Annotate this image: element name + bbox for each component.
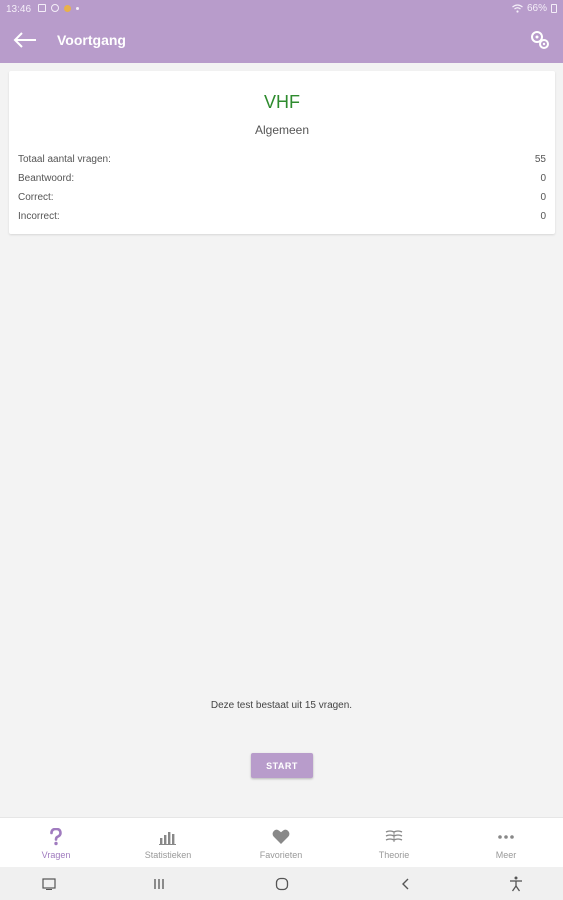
- stat-row-incorrect: Incorrect: 0: [18, 211, 546, 229]
- notification-icon: [38, 4, 46, 12]
- question-icon: [50, 828, 62, 846]
- test-info-text: Deze test bestaat uit 15 vragen.: [210, 700, 353, 711]
- home-button[interactable]: [273, 875, 291, 893]
- back-button[interactable]: [12, 29, 38, 51]
- recent-apps-icon: [154, 879, 164, 889]
- nav-label: Favorieten: [259, 850, 303, 860]
- wifi-icon: [512, 4, 523, 13]
- notification-icons: [38, 4, 79, 12]
- home-icon: [275, 877, 289, 891]
- stat-row-total: Totaal aantal vragen: 55: [18, 154, 546, 172]
- stat-value: 55: [534, 154, 546, 165]
- stat-label: Totaal aantal vragen:: [18, 154, 111, 165]
- accessibility-icon: [510, 876, 522, 892]
- nav-label: Vragen: [41, 850, 71, 860]
- settings-icon: [531, 31, 549, 49]
- bar-chart-icon: [159, 832, 176, 845]
- nav-item-statistieken[interactable]: Statistieken: [112, 818, 224, 868]
- sync-icon: [51, 4, 59, 12]
- stat-value: 0: [540, 192, 546, 203]
- more-notifications-icon: [76, 6, 79, 10]
- page-title: Voortgang: [57, 32, 126, 48]
- keyboard-icon: [42, 878, 56, 890]
- recent-apps-button[interactable]: [150, 875, 168, 893]
- battery-percent: 66%: [526, 3, 547, 14]
- nav-item-vragen[interactable]: Vragen: [0, 818, 112, 868]
- stat-label: Correct:: [18, 192, 54, 203]
- chevron-left-icon: [402, 878, 409, 890]
- app-notification-icon: [64, 4, 71, 12]
- back-nav-button[interactable]: [397, 875, 415, 893]
- nav-item-favorieten[interactable]: Favorieten: [225, 818, 337, 868]
- stat-label: Beantwoord:: [18, 173, 75, 184]
- nav-item-meer[interactable]: Meer: [450, 818, 562, 868]
- nav-label: Meer: [495, 850, 517, 860]
- start-button[interactable]: START: [251, 753, 313, 778]
- stat-row-answered: Beantwoord: 0: [18, 173, 546, 191]
- stat-value: 0: [540, 211, 546, 222]
- stat-row-correct: Correct: 0: [18, 192, 546, 210]
- nav-label: Statistieken: [144, 850, 192, 860]
- nav-item-theorie[interactable]: Theorie: [338, 818, 450, 868]
- stat-label: Incorrect:: [18, 211, 60, 222]
- accessibility-button[interactable]: [507, 875, 525, 893]
- arrow-left-icon: [13, 32, 36, 48]
- status-right: 66%: [512, 3, 557, 14]
- book-icon: [385, 830, 403, 842]
- battery-icon: [551, 4, 557, 13]
- category-title: VHF: [264, 92, 300, 112]
- category-subtitle: Algemeen: [254, 123, 310, 137]
- status-time: 13:46: [6, 4, 32, 15]
- settings-button[interactable]: [529, 29, 551, 51]
- nav-label: Theorie: [378, 850, 410, 860]
- stat-value: 0: [540, 173, 546, 184]
- status-bar: 13:46 66%: [0, 0, 563, 19]
- heart-icon: [272, 829, 290, 844]
- bottom-navigation: Vragen Statistieken Favorieten Theorie M…: [0, 817, 563, 867]
- system-navigation: [0, 867, 563, 900]
- more-icon: [498, 835, 514, 839]
- app-bar: Voortgang: [0, 19, 563, 63]
- screenshot-button[interactable]: [40, 875, 58, 893]
- progress-card: VHF Algemeen Totaal aantal vragen: 55 Be…: [9, 71, 555, 234]
